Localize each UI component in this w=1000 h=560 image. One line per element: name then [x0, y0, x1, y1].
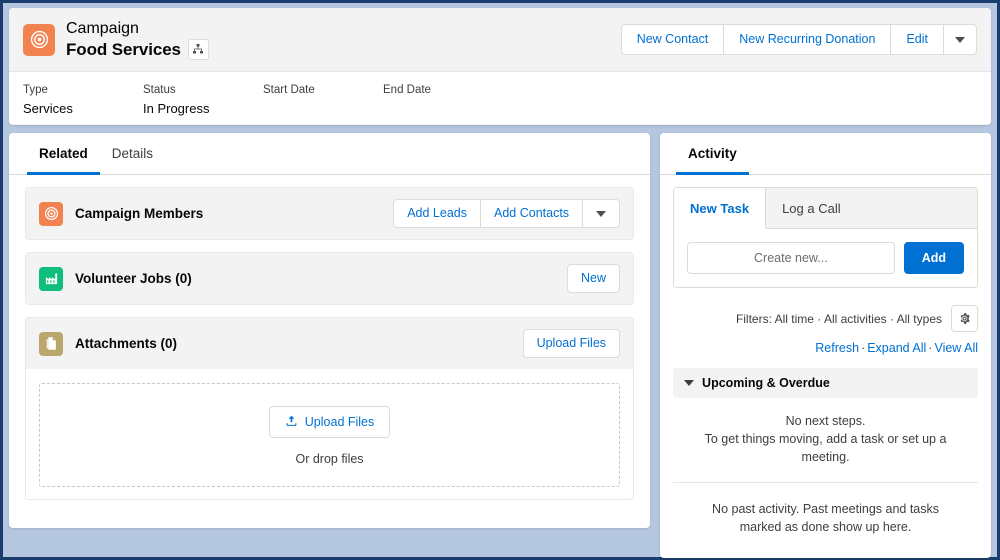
new-recurring-donation-button[interactable]: New Recurring Donation: [723, 24, 892, 55]
create-new-input[interactable]: [687, 242, 895, 274]
campaign-members-more-button[interactable]: [582, 199, 621, 228]
header-actions: New Contact New Recurring Donation Edit: [620, 24, 977, 55]
drop-files-hint: Or drop files: [295, 452, 364, 466]
activity-panel: Activity New Task Log a Call Add Filters…: [660, 133, 991, 558]
record-body: Related Details Campaign Members Add Lea…: [9, 133, 991, 558]
field-value: Services: [23, 101, 73, 116]
campaign-target-icon: [23, 23, 55, 56]
campaign-target-icon: [39, 201, 63, 226]
field-status: Status In Progress: [143, 83, 263, 116]
activity-tabbar: Activity: [660, 133, 991, 175]
record-header: Campaign Food Services New Contact New R…: [9, 8, 991, 72]
expand-all-link[interactable]: Expand All: [867, 341, 926, 355]
upload-files-button[interactable]: Upload Files: [268, 406, 391, 438]
related-list-header: Campaign Members Add Leads Add Contacts: [26, 188, 634, 239]
related-list-actions: Upload Files: [522, 329, 621, 358]
activity-body: New Task Log a Call Add Filters: All tim…: [660, 175, 991, 536]
composer-tabs: New Task Log a Call: [674, 188, 977, 229]
related-list-header: Volunteer Jobs (0) New: [26, 253, 634, 304]
activity-links-row: Refresh · Expand All · View All: [673, 341, 978, 355]
composer-row: Add: [674, 229, 977, 287]
chevron-down-icon: [684, 380, 695, 386]
upcoming-empty-state: No next steps. To get things moving, add…: [673, 398, 978, 482]
related-panel: Related Details Campaign Members Add Lea…: [9, 133, 651, 528]
file-dropzone[interactable]: Upload Files Or drop files: [39, 383, 621, 487]
tab-details[interactable]: Details: [100, 133, 165, 175]
object-type-label: Campaign: [66, 19, 139, 37]
related-list-title: Attachments (0): [75, 336, 178, 351]
related-list-title: Volunteer Jobs (0): [75, 271, 192, 286]
field-label: Status: [143, 84, 176, 96]
field-label: Type: [23, 84, 48, 96]
tab-log-a-call[interactable]: Log a Call: [766, 188, 857, 228]
record-summary-fields: Type Services Status In Progress Start D…: [9, 72, 991, 124]
activity-composer: New Task Log a Call Add: [673, 187, 978, 288]
edit-button[interactable]: Edit: [890, 24, 944, 55]
related-list-volunteer-jobs: Volunteer Jobs (0) New: [25, 252, 635, 305]
hierarchy-icon[interactable]: [187, 38, 209, 60]
app-page: Campaign Food Services New Contact New R…: [3, 3, 997, 558]
related-lists: Campaign Members Add Leads Add Contacts: [9, 175, 650, 500]
no-next-steps-text: No next steps.: [785, 414, 866, 428]
new-volunteer-job-button[interactable]: New: [567, 264, 621, 293]
refresh-link[interactable]: Refresh: [815, 341, 859, 355]
chevron-down-icon: [955, 36, 965, 43]
upload-icon: [285, 414, 298, 430]
filters-summary: Filters: All time · All activities · All…: [735, 311, 942, 326]
record-title-block: Campaign Food Services: [66, 20, 621, 60]
field-start-date: Start Date: [263, 83, 383, 113]
related-list-actions: New: [567, 264, 621, 293]
related-tabbar: Related Details: [9, 133, 651, 175]
record-highlights-panel: Campaign Food Services New Contact New R…: [9, 8, 991, 125]
page-title: Food Services: [66, 39, 181, 59]
view-all-link[interactable]: View All: [934, 341, 978, 355]
field-label: Start Date: [263, 84, 315, 96]
add-button[interactable]: Add: [903, 242, 964, 274]
new-contact-button[interactable]: New Contact: [620, 24, 725, 55]
related-list-campaign-members: Campaign Members Add Leads Add Contacts: [25, 187, 635, 240]
related-list-header: Attachments (0) Upload Files: [26, 318, 634, 369]
field-label: End Date: [383, 84, 431, 96]
add-leads-button[interactable]: Add Leads: [393, 199, 481, 228]
gear-icon[interactable]: [951, 305, 978, 332]
related-list-actions: Add Leads Add Contacts: [393, 199, 621, 228]
tab-related[interactable]: Related: [27, 133, 100, 175]
related-list-title: Campaign Members: [75, 206, 204, 221]
activity-filters-row: Filters: All time · All activities · All…: [673, 305, 978, 332]
upcoming-overdue-section-header[interactable]: Upcoming & Overdue: [673, 368, 978, 398]
chevron-down-icon: [596, 210, 607, 217]
field-type: Type Services: [23, 83, 143, 116]
field-value: In Progress: [143, 101, 210, 116]
past-activity-empty-state: No past activity. Past meetings and task…: [712, 502, 939, 534]
attachment-file-icon: [39, 331, 63, 356]
add-contacts-button[interactable]: Add Contacts: [480, 199, 584, 228]
tab-activity[interactable]: Activity: [676, 133, 749, 175]
get-things-moving-text: To get things moving, add a task or set …: [704, 432, 947, 464]
volunteer-job-icon: [39, 266, 63, 291]
link-separator: ·: [861, 341, 866, 355]
related-list-attachments: Attachments (0) Upload Files Upload File…: [25, 317, 635, 500]
upload-files-header-button[interactable]: Upload Files: [522, 329, 621, 358]
tab-new-task[interactable]: New Task: [674, 188, 767, 229]
upcoming-overdue-title: Upcoming & Overdue: [702, 376, 830, 390]
upload-files-label: Upload Files: [304, 415, 375, 429]
more-actions-button[interactable]: [943, 24, 977, 55]
field-end-date: End Date: [383, 83, 503, 113]
